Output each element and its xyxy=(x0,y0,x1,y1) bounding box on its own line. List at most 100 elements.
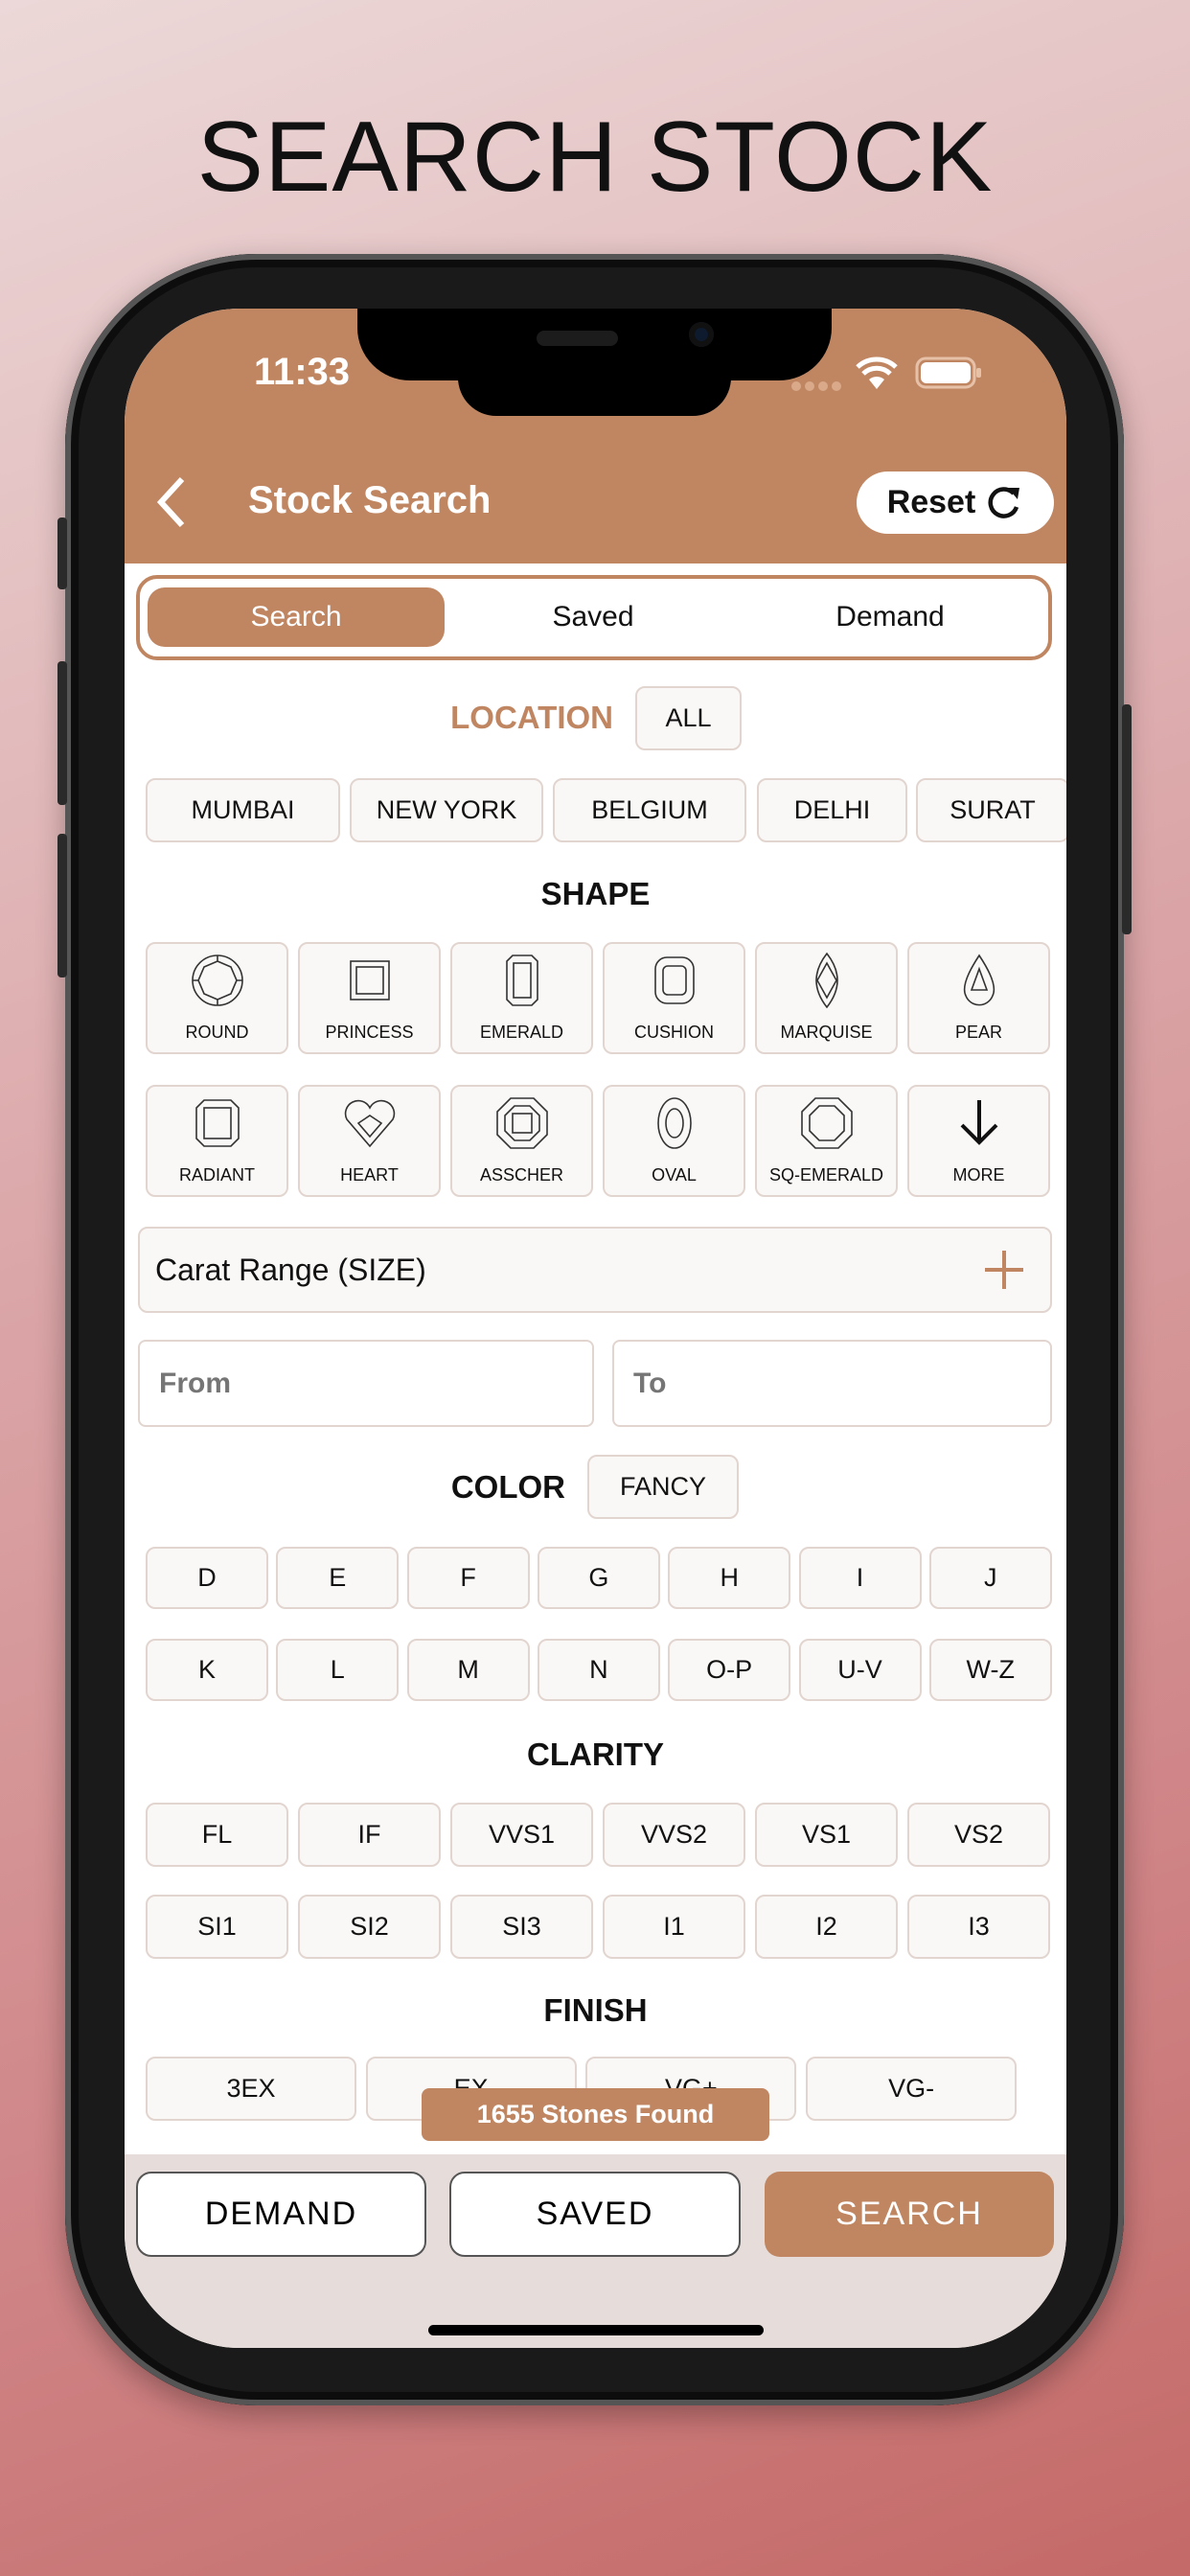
shape-label: SQ-EMERALD xyxy=(768,1165,884,1184)
carat-from-input[interactable] xyxy=(138,1340,594,1427)
wifi-icon xyxy=(856,356,898,389)
location-chip[interactable]: BELGIUM xyxy=(553,778,746,842)
fancy-color-button[interactable]: FANCY xyxy=(587,1455,739,1519)
shape-label: EMERALD xyxy=(479,1023,564,1042)
carat-range-toggle[interactable]: Carat Range (SIZE) xyxy=(138,1227,1052,1313)
radiant-shape-icon xyxy=(195,1099,240,1147)
emerald-shape-icon xyxy=(505,954,538,1006)
location-chip[interactable]: NEW YORK xyxy=(350,778,543,842)
color-chip[interactable]: K xyxy=(146,1639,268,1701)
app-screen: 11:33 Stock Search Reset Search Saved De… xyxy=(125,309,1066,2348)
color-chip[interactable]: U-V xyxy=(798,1639,922,1701)
finish-chip[interactable]: 3EX xyxy=(146,2057,356,2121)
shape-label: HEART xyxy=(340,1165,399,1184)
shape-marquise[interactable]: MARQUISE xyxy=(755,942,898,1054)
location-all-button[interactable]: ALL xyxy=(635,686,742,750)
reset-label: Reset xyxy=(886,484,976,520)
battery-icon xyxy=(915,356,981,389)
color-chip[interactable]: L xyxy=(276,1639,400,1701)
color-chip[interactable]: J xyxy=(928,1547,1052,1609)
shape-more[interactable]: MORE xyxy=(907,1085,1050,1197)
color-chip[interactable]: H xyxy=(668,1547,791,1609)
tab-saved[interactable]: Saved xyxy=(445,587,742,647)
bottom-action-bar: DEMAND SAVED SEARCH xyxy=(125,2154,1066,2348)
signal-icon xyxy=(791,381,841,391)
arrow-down-icon xyxy=(960,1100,997,1145)
volume-up-button xyxy=(57,661,67,805)
shape-label: RADIANT xyxy=(178,1165,255,1184)
shape-radiant[interactable]: RADIANT xyxy=(146,1085,288,1197)
reset-button[interactable]: Reset xyxy=(857,472,1054,534)
shape-label: MARQUISE xyxy=(780,1023,873,1042)
color-label: COLOR xyxy=(450,1469,565,1505)
shape-label: ROUND xyxy=(185,1023,249,1042)
location-chip[interactable]: SURAT xyxy=(916,778,1066,842)
princess-shape-icon xyxy=(349,960,390,1000)
status-time: 11:33 xyxy=(253,351,351,393)
search-button[interactable]: SEARCH xyxy=(765,2172,1054,2257)
finish-label: FINISH xyxy=(543,1992,648,2028)
color-chip[interactable]: W-Z xyxy=(928,1639,1052,1701)
clarity-chip[interactable]: I3 xyxy=(907,1895,1050,1959)
notch-lower xyxy=(458,366,731,416)
clarity-chip[interactable]: VS1 xyxy=(755,1803,898,1867)
color-chip[interactable]: N xyxy=(537,1639,660,1701)
shape-oval[interactable]: OVAL xyxy=(603,1085,745,1197)
clarity-chip[interactable]: SI1 xyxy=(146,1895,288,1959)
clarity-chip[interactable]: I2 xyxy=(755,1895,898,1959)
tab-demand[interactable]: Demand xyxy=(742,587,1039,647)
color-chip[interactable]: F xyxy=(406,1547,530,1609)
pear-shape-icon xyxy=(963,954,995,1006)
location-chip[interactable]: MUMBAI xyxy=(146,778,340,842)
location-chip[interactable]: DELHI xyxy=(757,778,907,842)
asscher-shape-icon xyxy=(495,1097,548,1149)
color-chip[interactable]: G xyxy=(537,1547,660,1609)
tab-search[interactable]: Search xyxy=(148,587,445,647)
clarity-label: CLARITY xyxy=(527,1736,664,1772)
plus-icon xyxy=(985,1251,1023,1289)
color-chip[interactable]: O-P xyxy=(668,1639,791,1701)
side-button xyxy=(57,518,67,589)
refresh-icon xyxy=(988,486,1020,518)
color-chip[interactable]: E xyxy=(276,1547,400,1609)
round-shape-icon xyxy=(191,954,243,1006)
clarity-chip[interactable]: SI2 xyxy=(298,1895,441,1959)
speaker xyxy=(537,331,618,346)
saved-button[interactable]: SAVED xyxy=(449,2172,741,2257)
clarity-chip[interactable]: VVS1 xyxy=(450,1803,593,1867)
shape-label: MORE xyxy=(952,1165,1005,1184)
page-title: SEARCH STOCK xyxy=(196,102,994,213)
volume-down-button xyxy=(57,834,67,978)
home-indicator xyxy=(428,2325,764,2335)
back-icon[interactable] xyxy=(149,473,197,531)
clarity-chip[interactable]: VS2 xyxy=(907,1803,1050,1867)
shape-emerald[interactable]: EMERALD xyxy=(450,942,593,1054)
shape-cushion[interactable]: CUSHION xyxy=(603,942,745,1054)
clarity-chip[interactable]: I1 xyxy=(603,1895,745,1959)
shape-heart[interactable]: HEART xyxy=(298,1085,441,1197)
carat-to-input[interactable] xyxy=(612,1340,1052,1427)
power-button xyxy=(1122,704,1132,934)
heart-shape-icon xyxy=(344,1099,395,1148)
clarity-chip[interactable]: IF xyxy=(298,1803,441,1867)
sq-emerald-shape-icon xyxy=(800,1097,853,1149)
finish-chip[interactable]: VG- xyxy=(806,2057,1018,2121)
color-chip[interactable]: D xyxy=(146,1547,268,1609)
shape-round[interactable]: ROUND xyxy=(146,942,288,1054)
oval-shape-icon xyxy=(656,1097,692,1149)
color-chip[interactable]: M xyxy=(406,1639,530,1701)
shape-pear[interactable]: PEAR xyxy=(907,942,1050,1054)
clarity-chip[interactable]: FL xyxy=(146,1803,288,1867)
shape-label: ASSCHER xyxy=(479,1165,564,1184)
clarity-chip[interactable]: VVS2 xyxy=(603,1803,745,1867)
shape-sq-emerald[interactable]: SQ-EMERALD xyxy=(755,1085,898,1197)
clarity-chip[interactable]: SI3 xyxy=(450,1895,593,1959)
nav-title: Stock Search xyxy=(248,479,492,521)
shape-princess[interactable]: PRINCESS xyxy=(298,942,441,1054)
camera xyxy=(689,322,714,347)
shape-label: CUSHION xyxy=(633,1023,714,1042)
shape-asscher[interactable]: ASSCHER xyxy=(450,1085,593,1197)
color-chip[interactable]: I xyxy=(798,1547,922,1609)
demand-button[interactable]: DEMAND xyxy=(136,2172,426,2257)
carat-range-label: Carat Range (SIZE) xyxy=(155,1252,426,1287)
